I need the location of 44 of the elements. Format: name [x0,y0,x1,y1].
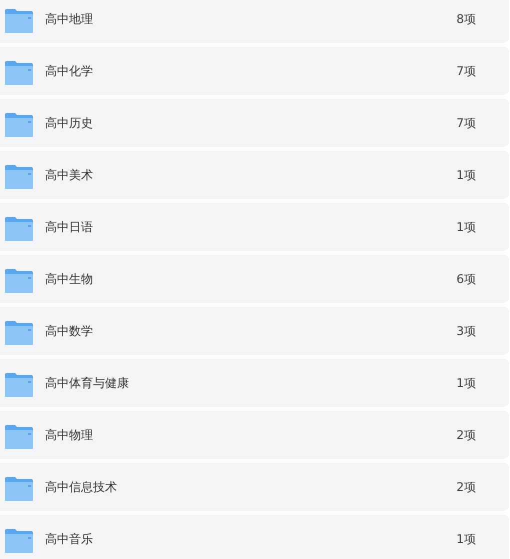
folder-row[interactable]: 高中音乐 1项 [0,515,509,559]
folder-icon [4,8,34,34]
item-count: 1项 [456,166,476,184]
folder-row[interactable]: 高中信息技术 2项 [0,463,509,511]
item-count: 1项 [456,530,476,548]
folder-name: 高中地理 [45,10,94,28]
item-count: 2项 [456,478,476,496]
folder-name: 高中美术 [45,166,94,184]
folder-name: 高中音乐 [45,530,94,548]
folder-row[interactable]: 高中生物 6项 [0,255,509,303]
item-count: 7项 [456,62,476,80]
folder-name: 高中生物 [45,270,94,288]
folder-icon [4,216,34,242]
folder-name: 高中日语 [45,218,94,236]
folder-icon [4,60,34,86]
folder-icon [4,320,34,346]
folder-name: 高中历史 [45,114,94,132]
folder-name: 高中信息技术 [45,478,118,496]
folder-icon [4,528,34,554]
folder-row[interactable]: 高中美术 1项 [0,151,509,199]
folder-row[interactable]: 高中数学 3项 [0,307,509,355]
item-count: 7项 [456,114,476,132]
folder-row[interactable]: 高中体育与健康 1项 [0,359,509,407]
folder-name: 高中体育与健康 [45,374,130,392]
folder-name: 高中数学 [45,322,94,340]
folder-icon [4,268,34,294]
folder-row[interactable]: 高中地理 8项 [0,0,509,43]
folder-icon [4,424,34,450]
folder-row[interactable]: 高中物理 2项 [0,411,509,459]
folder-icon [4,476,34,502]
item-count: 6项 [456,270,476,288]
folder-icon [4,112,34,138]
folder-name: 高中化学 [45,62,94,80]
item-count: 3项 [456,322,476,340]
folder-row[interactable]: 高中化学 7项 [0,47,509,95]
item-count: 1项 [456,218,476,236]
folder-icon [4,164,34,190]
folder-row[interactable]: 高中历史 7项 [0,99,509,147]
item-count: 2项 [456,426,476,444]
folder-row[interactable]: 高中日语 1项 [0,203,509,251]
item-count: 8项 [456,10,476,28]
folder-icon [4,372,34,398]
item-count: 1项 [456,374,476,392]
folder-name: 高中物理 [45,426,94,444]
